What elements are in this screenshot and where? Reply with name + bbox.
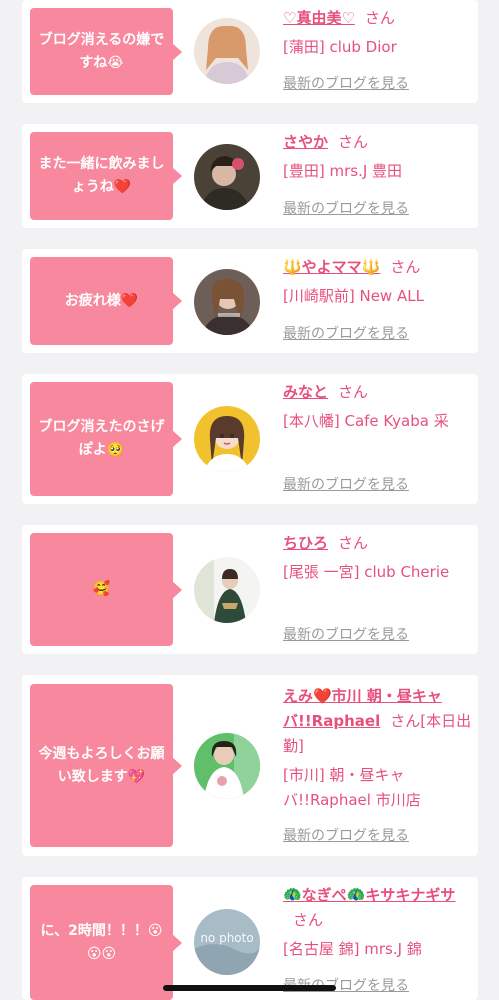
cast-name-link[interactable]: 🦚なぎぺ🦚キサキナギサ xyxy=(283,886,455,904)
avatar[interactable] xyxy=(194,269,260,335)
blog-card: お疲れ様❤️ 🔱やよママ🔱 さん [川崎駅前] New ALL 最新のブログを見る xyxy=(22,249,478,353)
cast-name-link[interactable]: ♡真由美♡ xyxy=(283,9,355,27)
shop-label: [川崎駅前] New ALL xyxy=(283,287,424,305)
cast-name-link[interactable]: さやか xyxy=(283,133,328,151)
shop-label: [尾張 一宮] club Cherie xyxy=(283,563,450,581)
avatar[interactable] xyxy=(194,144,260,210)
avatar[interactable] xyxy=(194,733,260,799)
comment-bubble: 今週もよろしくお願い致します💖 xyxy=(30,684,182,847)
latest-blog-link[interactable]: 最新のブログを見る xyxy=(283,624,409,644)
comment-bubble: 🥰 xyxy=(30,533,182,646)
avatar[interactable] xyxy=(194,18,260,84)
no-photo-label: no photo xyxy=(200,931,254,945)
blog-card: また一緒に飲みましょうね❤️ さやか さん [豊田] mrs.J 豊田 最新のブロ… xyxy=(22,124,478,228)
cast-name-link[interactable]: みなと xyxy=(283,383,328,401)
comment-bubble: お疲れ様❤️ xyxy=(30,257,182,345)
comment-bubble: ブログ消えたのさげぽよ🥺 xyxy=(30,382,182,496)
comment-bubble: ブログ消えるの嫌ですね😭 xyxy=(30,8,182,95)
shop-label: [本八幡] Cafe Kyaba 采 xyxy=(283,412,449,430)
honorific: さん xyxy=(364,9,395,27)
latest-blog-link[interactable]: 最新のブログを見る xyxy=(283,474,409,494)
blog-card: ブログ消えたのさげぽよ🥺 みなと さん [本八幡] Cafe Kyaba 采 最新… xyxy=(22,374,478,504)
shop-label: [名古屋 錦] mrs.J 錦 xyxy=(283,940,422,958)
comment-bubble: に、2時間！！！😮😮😮 xyxy=(30,885,182,1000)
honorific: さん xyxy=(390,258,421,276)
honorific: さん xyxy=(338,383,369,401)
cast-name-link[interactable]: 🔱やよママ🔱 xyxy=(283,258,380,276)
honorific: さん xyxy=(338,534,369,552)
honorific: さん xyxy=(293,911,324,929)
avatar[interactable]: no photo xyxy=(194,909,260,975)
latest-blog-link[interactable]: 最新のブログを見る xyxy=(283,825,409,845)
latest-blog-link[interactable]: 最新のブログを見る xyxy=(283,323,409,343)
blog-card: に、2時間！！！😮😮😮 no photo 🦚なぎぺ🦚キサキナギサさん [名古屋 … xyxy=(22,877,478,1000)
avatar[interactable] xyxy=(194,406,260,472)
blog-card: 🥰 ちひろ さん [尾張 一宮] club Cherie 最新のブログを見る xyxy=(22,525,478,654)
home-indicator xyxy=(163,985,336,991)
shop-label: [市川] 朝・昼キャバ!!Raphael 市川店 xyxy=(283,766,421,809)
latest-blog-link[interactable]: 最新のブログを見る xyxy=(283,198,409,218)
blog-card: ブログ消えるの嫌ですね😭 ♡真由美♡ さん [蒲田] club Dior 最新のブ… xyxy=(22,0,478,103)
shop-label: [豊田] mrs.J 豊田 xyxy=(283,162,403,180)
cast-name-link[interactable]: ちひろ xyxy=(283,534,328,552)
honorific: さん xyxy=(338,133,369,151)
latest-blog-link[interactable]: 最新のブログを見る xyxy=(283,73,409,93)
shop-label: [蒲田] club Dior xyxy=(283,38,397,56)
avatar[interactable] xyxy=(194,557,260,623)
comment-bubble: また一緒に飲みましょうね❤️ xyxy=(30,132,182,220)
blog-card: 今週もよろしくお願い致します💖 えみ❤️市川 朝・昼キャバ!!Raphael さん… xyxy=(22,675,478,856)
